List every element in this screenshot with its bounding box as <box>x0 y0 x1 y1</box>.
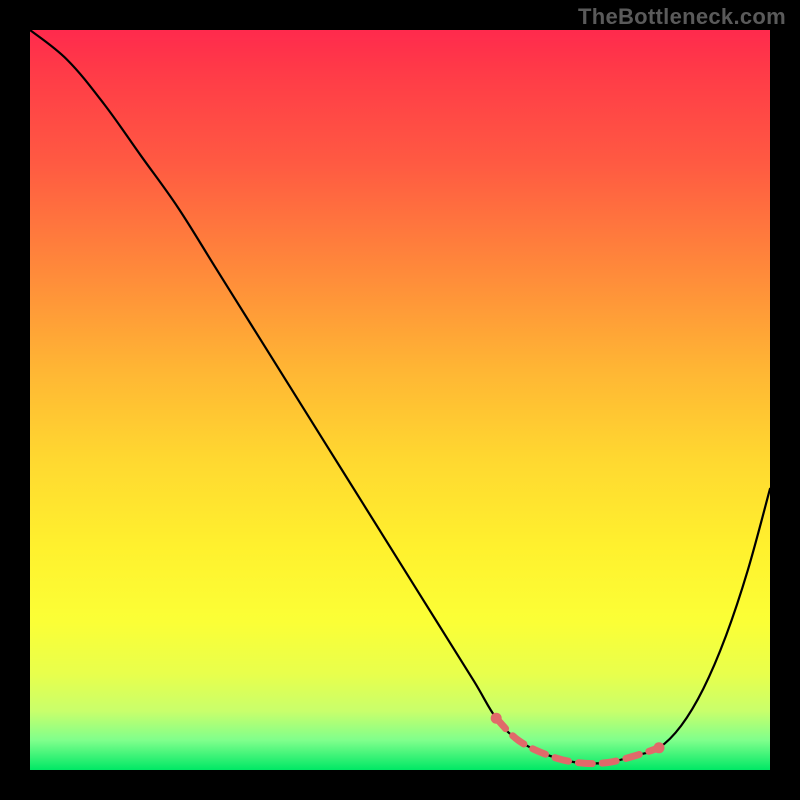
highlight-endpoint <box>654 742 665 753</box>
plot-area <box>30 30 770 770</box>
chart-frame: TheBottleneck.com <box>0 0 800 800</box>
watermark-text: TheBottleneck.com <box>578 4 786 30</box>
curve-layer <box>30 30 770 770</box>
highlight-endpoint <box>491 713 502 724</box>
highlight-curve <box>496 718 659 763</box>
main-curve <box>30 30 770 764</box>
highlight-dots <box>491 713 665 754</box>
